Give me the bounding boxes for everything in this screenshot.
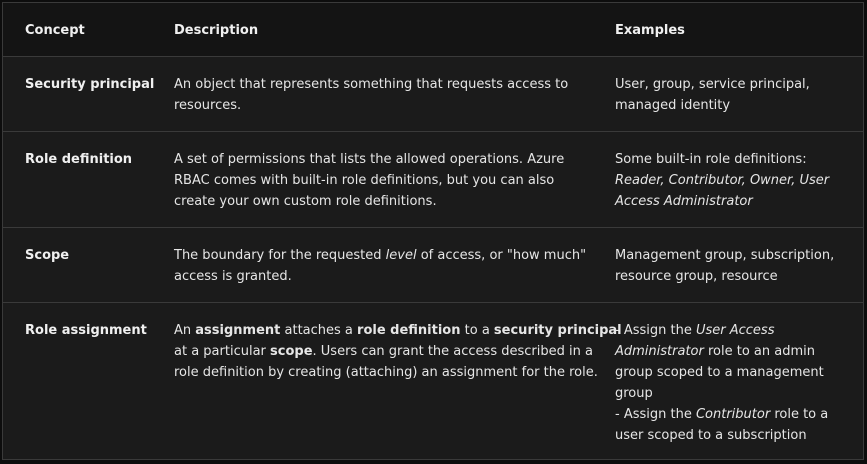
text-segment: role to a — [770, 407, 829, 422]
text-line: role definition by creating (attaching) … — [174, 362, 598, 383]
header-examples: Examples — [615, 23, 685, 38]
text-segment: managed identity — [615, 98, 731, 113]
italic-term: level — [385, 248, 417, 263]
concept-cell: Security principal — [25, 77, 155, 92]
examples-cell: Some built-in role definitions: Reader, C… — [615, 149, 847, 212]
description-cell: An object that represents something that… — [174, 74, 584, 116]
table-row-role-assignment: Role assignment An assignment attaches a… — [3, 303, 863, 459]
italic-term: Reader, Contributor, Owner, User — [615, 173, 830, 188]
table-row-role-definition: Role definition A set of permissions tha… — [3, 132, 863, 228]
text-segment: - Assign the — [615, 407, 696, 422]
text-segment: user scoped to a subscription — [615, 428, 807, 443]
text-segment: The boundary for the requested — [174, 248, 386, 263]
text-segment: A set of permissions that lists the allo… — [174, 152, 565, 167]
text-segment: RBAC comes with built-in role definition… — [174, 173, 555, 188]
text-line: An assignment attaches a role definition… — [174, 320, 622, 341]
text-segment: access is granted. — [174, 269, 292, 284]
text-line: Some built-in role definitions: — [615, 149, 847, 170]
text-segment: Some built-in role definitions: — [615, 152, 807, 167]
text-line: access is granted. — [174, 266, 584, 287]
text-line: A set of permissions that lists the allo… — [174, 149, 584, 170]
text-line: managed identity — [615, 95, 847, 116]
text-line: The boundary for the requested level of … — [174, 245, 587, 266]
text-segment: create your own custom role definitions. — [174, 194, 437, 209]
table-row-security-principal: Security principal An object that repres… — [3, 57, 863, 132]
header-description: Description — [174, 23, 259, 38]
text-line: RBAC comes with built-in role definition… — [174, 170, 584, 191]
text-segment: . Users can grant the access described i… — [312, 344, 593, 359]
text-segment: role to an admin — [703, 344, 816, 359]
text-line: at a particular scope. Users can grant t… — [174, 341, 593, 362]
text-segment: to a — [460, 323, 494, 338]
text-line: group — [615, 383, 847, 404]
text-segment: of access, or "how much" — [416, 248, 587, 263]
text-line: user scoped to a subscription — [615, 425, 847, 446]
text-segment: - Assign the — [615, 323, 696, 338]
concept-cell: Role definition — [25, 152, 133, 167]
text-segment: at a particular — [174, 344, 271, 359]
text-line: - Assign the Contributor role to a — [615, 404, 847, 425]
text-line: - Assign the User Access — [615, 320, 847, 341]
concept-cell: Scope — [25, 248, 70, 263]
text-segment: An — [174, 323, 196, 338]
header-concept: Concept — [25, 23, 85, 38]
examples-cell: Management group, subscription, resource … — [615, 245, 847, 287]
bold-term: security principal — [493, 323, 622, 338]
table-header-row: Concept Description Examples — [3, 3, 863, 57]
bold-term: role definition — [357, 323, 461, 338]
italic-term: Administrator — [615, 344, 704, 359]
description-cell: An assignment attaches a role definition… — [174, 320, 622, 383]
text-line: group scoped to a management — [615, 362, 847, 383]
text-line: resource group, resource — [615, 266, 847, 287]
text-line: Management group, subscription, — [615, 245, 847, 266]
text-line: Reader, Contributor, Owner, User — [615, 170, 847, 191]
text-line: create your own custom role definitions. — [174, 191, 584, 212]
bold-term: assignment — [195, 323, 281, 338]
text-line: resources. — [174, 95, 584, 116]
text-segment: group — [615, 386, 653, 401]
text-segment: An object that represents something that… — [174, 77, 569, 92]
italic-term: Access Administrator — [615, 194, 753, 209]
text-segment: resources. — [174, 98, 242, 113]
text-segment: role definition by creating (attaching) … — [174, 365, 598, 380]
text-line: User, group, service principal, — [615, 74, 847, 95]
text-line: Access Administrator — [615, 191, 847, 212]
table-row-scope: Scope The boundary for the requested lev… — [3, 228, 863, 303]
description-cell: A set of permissions that lists the allo… — [174, 149, 584, 212]
italic-term: Contributor — [695, 407, 771, 422]
text-line: An object that represents something that… — [174, 74, 584, 95]
text-segment: group scoped to a management — [615, 365, 824, 380]
italic-term: User Access — [695, 323, 775, 338]
text-segment: User, group, service principal, — [615, 77, 810, 92]
text-segment: Management group, subscription, — [615, 248, 835, 263]
examples-cell: User, group, service principal, managed i… — [615, 74, 847, 116]
description-cell: The boundary for the requested level of … — [174, 245, 587, 287]
bold-term: scope — [270, 344, 313, 359]
concept-cell: Role assignment — [25, 323, 147, 338]
text-line: Administrator role to an admin — [615, 341, 847, 362]
text-segment: attaches a — [280, 323, 358, 338]
examples-cell: - Assign the User Access Administrator ro… — [615, 320, 847, 446]
text-segment: resource group, resource — [615, 269, 778, 284]
rbac-concepts-table: Concept Description Examples Security pr… — [2, 2, 864, 460]
